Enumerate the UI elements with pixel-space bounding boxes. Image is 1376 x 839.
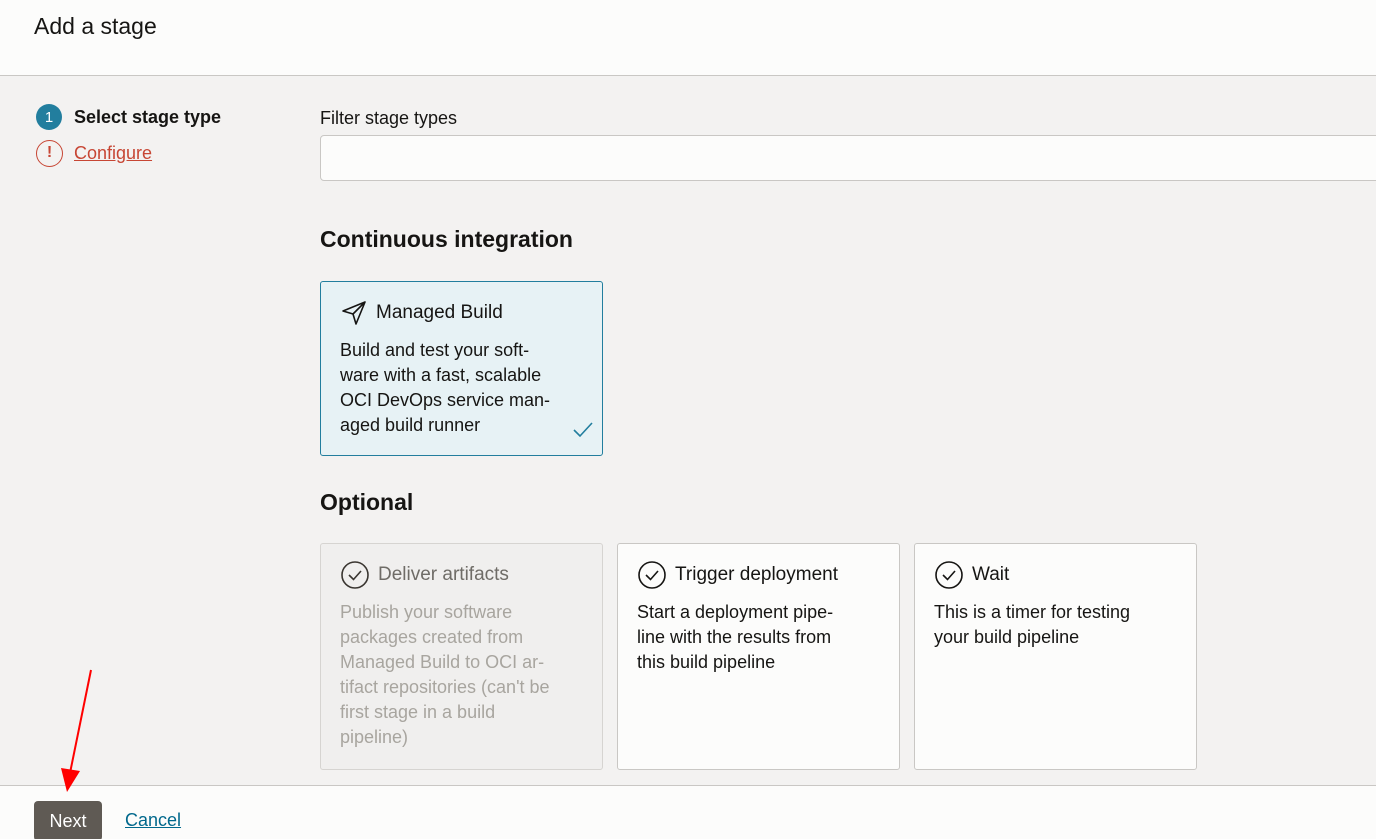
- check-circle-icon: [935, 561, 963, 589]
- card-title: Deliver artifacts: [378, 564, 509, 585]
- page-header: Add a stage: [0, 0, 1376, 76]
- check-circle-icon: [638, 561, 666, 589]
- paper-plane-icon: [342, 301, 366, 325]
- section-title-ci: Continuous integration: [320, 226, 573, 252]
- page-title: Add a stage: [34, 13, 157, 39]
- card-description: Start a deployment pipe- line with the r…: [637, 602, 834, 672]
- card-wait[interactable]: Wait This is a timer for testing your bu…: [914, 543, 1197, 770]
- card-title: Trigger deployment: [675, 564, 838, 585]
- next-button[interactable]: Next: [34, 801, 102, 839]
- wizard-steps: 1 Select stage type ! Configure: [36, 104, 221, 176]
- card-managed-build[interactable]: Managed Build Build and test your soft- …: [320, 281, 603, 456]
- card-description: Publish your software packages created f…: [340, 602, 550, 747]
- filter-label: Filter stage types: [320, 108, 458, 128]
- card-title: Managed Build: [376, 302, 503, 323]
- annotation-arrow-icon: [61, 669, 92, 792]
- selected-check-icon: [573, 422, 593, 438]
- card-title: Wait: [972, 564, 1010, 585]
- card-trigger-deployment[interactable]: Trigger deployment Start a deployment pi…: [617, 543, 900, 770]
- step-label: Select stage type: [74, 106, 222, 127]
- step-configure-link[interactable]: Configure: [74, 143, 152, 164]
- step-number-badge: 1: [36, 104, 62, 130]
- card-deliver-artifacts: Deliver artifacts Publish your software …: [320, 543, 603, 770]
- warning-icon: !: [36, 139, 63, 167]
- step-select-stage-type[interactable]: 1 Select stage type: [36, 104, 221, 130]
- cancel-link[interactable]: Cancel: [125, 810, 181, 831]
- check-circle-icon: [341, 561, 369, 589]
- section-title-optional: Optional: [320, 489, 414, 515]
- page-footer: Next Cancel: [0, 785, 1376, 839]
- step-configure[interactable]: ! Configure: [36, 139, 221, 167]
- card-description: This is a timer for testing your build p…: [934, 602, 1131, 647]
- filter-stage-types-input[interactable]: [320, 135, 1376, 181]
- card-description: Build and test your soft- ware with a fa…: [340, 340, 551, 435]
